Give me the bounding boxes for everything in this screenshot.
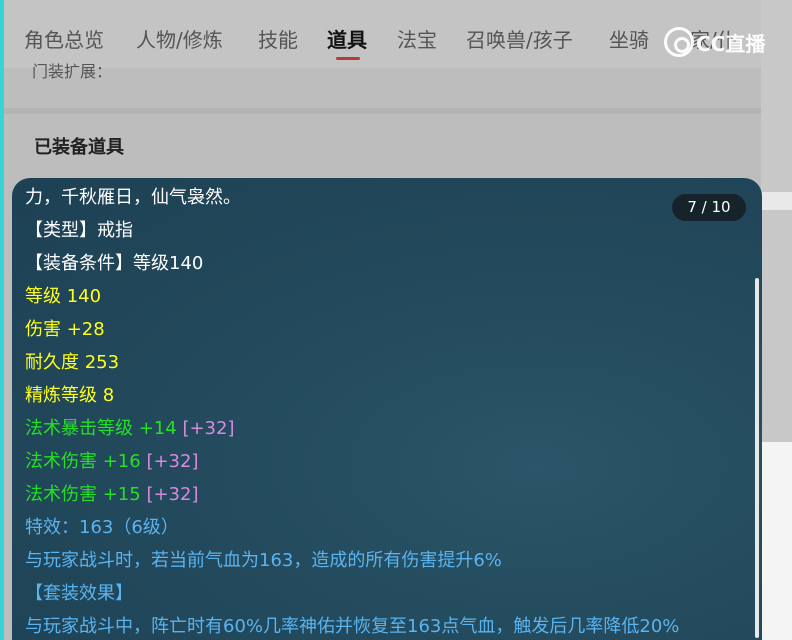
item-level: 等级 140 — [25, 286, 102, 307]
stat-line: 法术伤害 +15 [+32] — [25, 483, 198, 507]
right-side-background — [761, 442, 792, 640]
set-effect-description: 与玩家战斗中，阵亡时有60%几率神佑并恢复至163点气血，触发后几率降低20% — [25, 616, 680, 637]
tab-items[interactable]: 道具 — [327, 26, 367, 54]
previous-section-text: 门装扩展： — [32, 62, 113, 81]
item-refine-level: 精炼等级 8 — [25, 385, 115, 406]
watermark-text: CC直播 — [696, 31, 766, 56]
tab-treasures[interactable]: 法宝 — [397, 26, 437, 54]
equipped-items-title: 已装备道具 — [34, 137, 124, 158]
tab-character-cultivation[interactable]: 人物/修炼 — [136, 26, 223, 54]
special-effect: 特效：163（6级） — [25, 517, 179, 538]
item-type: 【类型】戒指 — [25, 220, 133, 241]
section-divider — [4, 108, 761, 114]
item-description-fragment: 力，千秋雁日，仙气袅然。 — [25, 187, 241, 208]
active-tab-indicator — [336, 57, 360, 60]
tab-overview[interactable]: 角色总览 — [24, 26, 104, 54]
stat-label: 法术暴击等级 +14 — [25, 418, 177, 439]
tab-bar: 角色总览 人物/修炼 技能 道具 法宝 召唤兽/孩子 坐骑 家/仆 — [4, 0, 761, 68]
tab-pets-children[interactable]: 召唤兽/孩子 — [466, 26, 573, 54]
right-side-gap — [761, 192, 792, 210]
stat-line: 法术暴击等级 +14 [+32] — [25, 417, 234, 441]
special-effect-description: 与玩家战斗时，若当前气血为163，造成的所有伤害提升6% — [25, 550, 502, 571]
item-durability: 耐久度 253 — [25, 352, 120, 373]
item-requirement: 【装备条件】等级140 — [25, 253, 204, 274]
item-tooltip: 7 / 10 力，千秋雁日，仙气袅然。 【类型】戒指 【装备条件】等级140 等… — [12, 178, 762, 640]
left-accent-bar — [0, 0, 4, 640]
stat-line: 法术伤害 +16 [+32] — [25, 450, 198, 474]
cc-live-watermark: CC直播 — [664, 26, 765, 58]
tooltip-scrollbar[interactable] — [755, 278, 759, 638]
stat-bonus: [+32] — [146, 484, 199, 505]
tab-skills[interactable]: 技能 — [258, 26, 298, 54]
stat-bonus: [+32] — [182, 418, 235, 439]
item-damage: 伤害 +28 — [25, 319, 105, 340]
cc-logo-icon — [664, 27, 694, 57]
stat-bonus: [+32] — [146, 451, 199, 472]
set-effect-title: 【套装效果】 — [25, 583, 133, 604]
stat-label: 法术伤害 +16 — [25, 451, 141, 472]
tab-mounts[interactable]: 坐骑 — [609, 26, 649, 54]
page-counter: 7 / 10 — [672, 194, 746, 221]
right-side-panel — [761, 0, 792, 192]
stat-label: 法术伤害 +15 — [25, 484, 141, 505]
right-side-panel-lower — [761, 210, 792, 442]
